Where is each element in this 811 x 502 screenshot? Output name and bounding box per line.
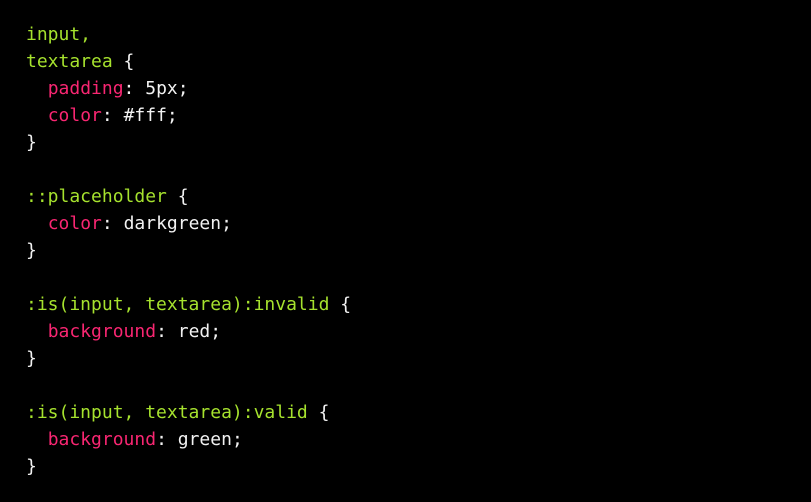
value-token: 5px <box>145 78 178 99</box>
code-line: background: red; <box>26 318 811 345</box>
code-line: :is(input, textarea):invalid { <box>26 291 811 318</box>
code-line: input, <box>26 21 811 48</box>
selector-token: :is(input, textarea):valid <box>26 402 308 423</box>
value-token: darkgreen <box>123 213 222 234</box>
punctuation-token <box>26 78 48 99</box>
code-line: :is(input, textarea):valid { <box>26 399 811 426</box>
punctuation-token: ; <box>231 429 243 450</box>
punctuation-token: ; <box>166 105 178 126</box>
selector-token: textarea <box>26 51 113 72</box>
selector-token: ::placeholder <box>26 186 167 207</box>
punctuation-token <box>26 105 48 126</box>
punctuation-token: : <box>156 429 178 450</box>
code-line: } <box>26 237 811 264</box>
value-token: green <box>177 429 232 450</box>
punctuation-token <box>26 429 48 450</box>
punctuation-token: : <box>101 213 124 234</box>
code-line: ::placeholder { <box>26 183 811 210</box>
value-token: red <box>177 321 211 342</box>
code-line: padding: 5px; <box>26 75 811 102</box>
value-token: #fff <box>123 105 167 126</box>
punctuation-token: { <box>307 402 330 423</box>
code-block: input, textarea { padding: 5px; color: #f… <box>0 0 811 502</box>
code-line: background: green; <box>26 426 811 453</box>
punctuation-token: { <box>166 186 189 207</box>
code-line: textarea { <box>26 48 811 75</box>
property-token: color <box>47 105 102 126</box>
punctuation-token: : <box>123 78 146 99</box>
punctuation-token <box>26 321 48 342</box>
punctuation-token: } <box>26 240 37 261</box>
punctuation-token <box>26 213 48 234</box>
code-line: color: #fff; <box>26 102 811 129</box>
property-token: background <box>47 321 157 342</box>
punctuation-token: : <box>156 321 178 342</box>
punctuation-token: { <box>112 51 135 72</box>
code-line: } <box>26 453 811 480</box>
selector-token: :is(input, textarea):invalid <box>26 294 330 315</box>
code-line: } <box>26 345 811 372</box>
punctuation-token: : <box>101 105 124 126</box>
property-token: background <box>47 429 157 450</box>
selector-token: input, <box>26 24 92 45</box>
punctuation-token: ; <box>221 213 232 234</box>
punctuation-token: ; <box>210 321 222 342</box>
code-line: color: darkgreen; <box>26 210 811 237</box>
property-token: padding <box>47 78 124 99</box>
code-line: } <box>26 129 811 156</box>
punctuation-token: ; <box>177 78 189 99</box>
punctuation-token: } <box>26 456 37 477</box>
property-token: color <box>47 213 102 234</box>
punctuation-token: } <box>26 132 37 153</box>
punctuation-token: } <box>26 348 37 369</box>
punctuation-token: { <box>329 294 352 315</box>
